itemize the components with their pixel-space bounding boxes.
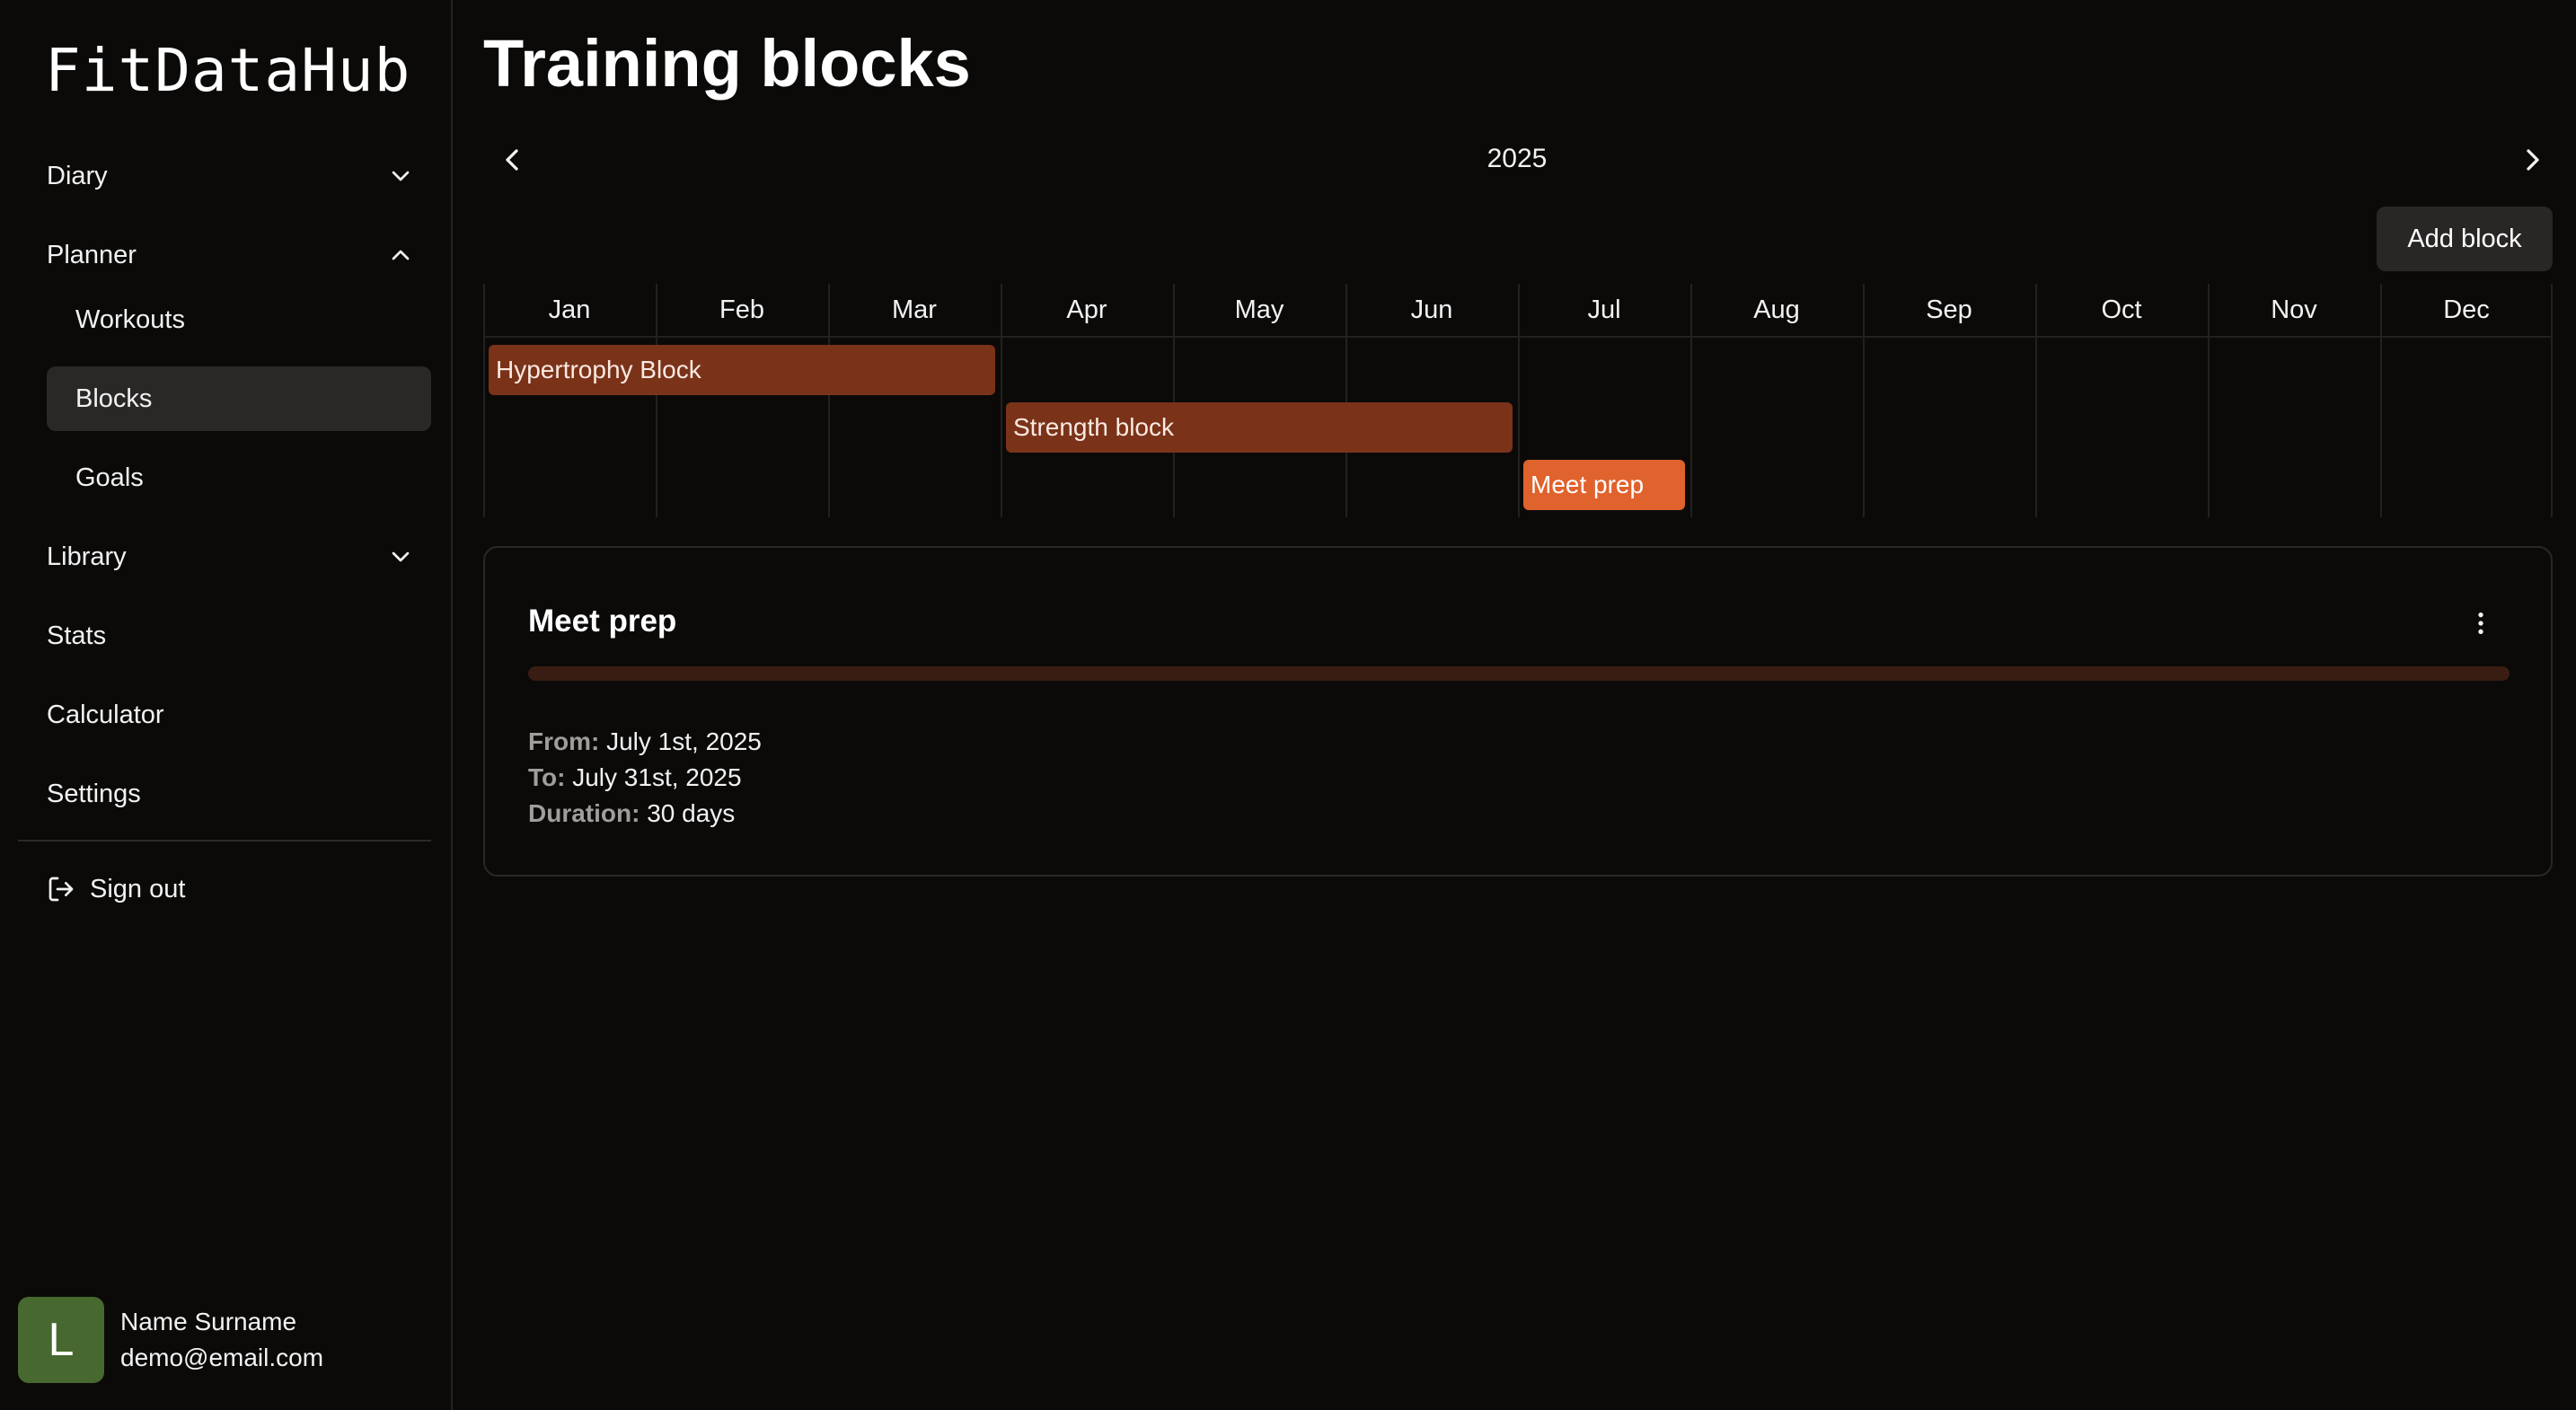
month-header-aug: Aug	[1753, 295, 1800, 324]
month-header-nov: Nov	[2271, 295, 2317, 324]
detail-to-label: To:	[528, 763, 566, 791]
detail-from-value: July 1st, 2025	[606, 727, 762, 755]
sidebar-item-label: Library	[47, 542, 127, 571]
user-profile[interactable]: L Name Surname demo@email.com	[18, 1297, 323, 1383]
chevron-up-icon	[392, 250, 410, 260]
block-detail-card: Meet prep From: July 1st, 2025 To: July …	[483, 546, 2553, 877]
month-header-oct: Oct	[2101, 295, 2142, 324]
user-email: demo@email.com	[120, 1344, 324, 1371]
month-header-mar: Mar	[892, 295, 937, 324]
year-navigator: 2025	[483, 135, 2551, 185]
sidebar-item-label: Workouts	[75, 304, 185, 334]
block-bar-strength-block[interactable]: Strength block	[1006, 402, 1513, 453]
user-name: Name Surname	[120, 1308, 297, 1335]
detail-to: To: July 31st, 2025	[528, 763, 742, 792]
block-progress-bar	[528, 666, 2510, 681]
sidebar-item-label: Stats	[47, 621, 107, 650]
app-root: FitDataHub Diary Planner Workouts Blocks…	[0, 0, 2576, 1410]
sidebar-item-calculator[interactable]: Calculator	[47, 688, 415, 742]
detail-duration-value: 30 days	[647, 799, 736, 827]
month-header-feb: Feb	[719, 295, 764, 324]
detail-from-label: From:	[528, 727, 600, 755]
page-title: Training blocks	[483, 26, 971, 101]
sidebar-item-library[interactable]: Library	[47, 530, 415, 584]
sidebar-item-stats[interactable]: Stats	[47, 609, 415, 663]
sidebar-item-label: Calculator	[47, 700, 164, 729]
month-header-jul: Jul	[1587, 295, 1621, 324]
block-detail-title: Meet prep	[528, 604, 677, 639]
sidebar-item-planner[interactable]: Planner	[47, 228, 415, 282]
app-logo[interactable]: FitDataHub	[45, 36, 410, 105]
sidebar: FitDataHub Diary Planner Workouts Blocks…	[0, 0, 453, 1410]
detail-to-value: July 31st, 2025	[572, 763, 742, 791]
month-header-may: May	[1234, 295, 1284, 324]
detail-duration: Duration: 30 days	[528, 799, 735, 828]
sidebar-item-label: Planner	[47, 240, 137, 269]
sidebar-divider	[18, 840, 431, 842]
sidebar-item-label: Blocks	[75, 383, 153, 413]
year-label: 2025	[1486, 144, 1548, 173]
chevron-down-icon	[392, 551, 410, 562]
timeline: Jan Feb Mar Apr May Jun Jul Aug Sep Oct Nov Dec Hype…	[483, 284, 2553, 517]
detail-duration-label: Duration:	[528, 799, 640, 827]
sidebar-item-blocks[interactable]: Blocks	[47, 366, 431, 431]
month-gridline	[2551, 284, 2553, 517]
sidebar-item-goals[interactable]: Goals	[47, 445, 431, 510]
sidebar-item-workouts[interactable]: Workouts	[47, 287, 431, 352]
month-header-dec: Dec	[2443, 295, 2490, 324]
month-header-sep: Sep	[1926, 295, 1972, 324]
more-options-icon[interactable]	[2466, 605, 2495, 641]
sign-out-icon	[49, 877, 74, 902]
avatar: L	[18, 1297, 104, 1383]
sign-out-button[interactable]: Sign out	[47, 862, 185, 916]
sign-out-label: Sign out	[90, 874, 186, 903]
sidebar-item-label: Settings	[47, 779, 141, 808]
sidebar-item-label: Goals	[75, 463, 144, 492]
sidebar-item-label: Diary	[47, 161, 108, 190]
sidebar-item-settings[interactable]: Settings	[47, 767, 415, 821]
month-header-apr: Apr	[1066, 295, 1107, 324]
chevron-down-icon	[392, 171, 410, 181]
chevron-right-icon[interactable]	[2515, 142, 2551, 178]
detail-from: From: July 1st, 2025	[528, 727, 762, 756]
month-header-jan: Jan	[548, 295, 591, 324]
block-bar-meet-prep[interactable]: Meet prep	[1523, 460, 1685, 510]
add-block-button[interactable]: Add block	[2377, 207, 2553, 271]
month-header-jun: Jun	[1410, 295, 1453, 324]
sidebar-item-diary[interactable]: Diary	[47, 149, 415, 203]
block-bar-hypertrophy-block[interactable]: Hypertrophy Block	[489, 345, 995, 395]
